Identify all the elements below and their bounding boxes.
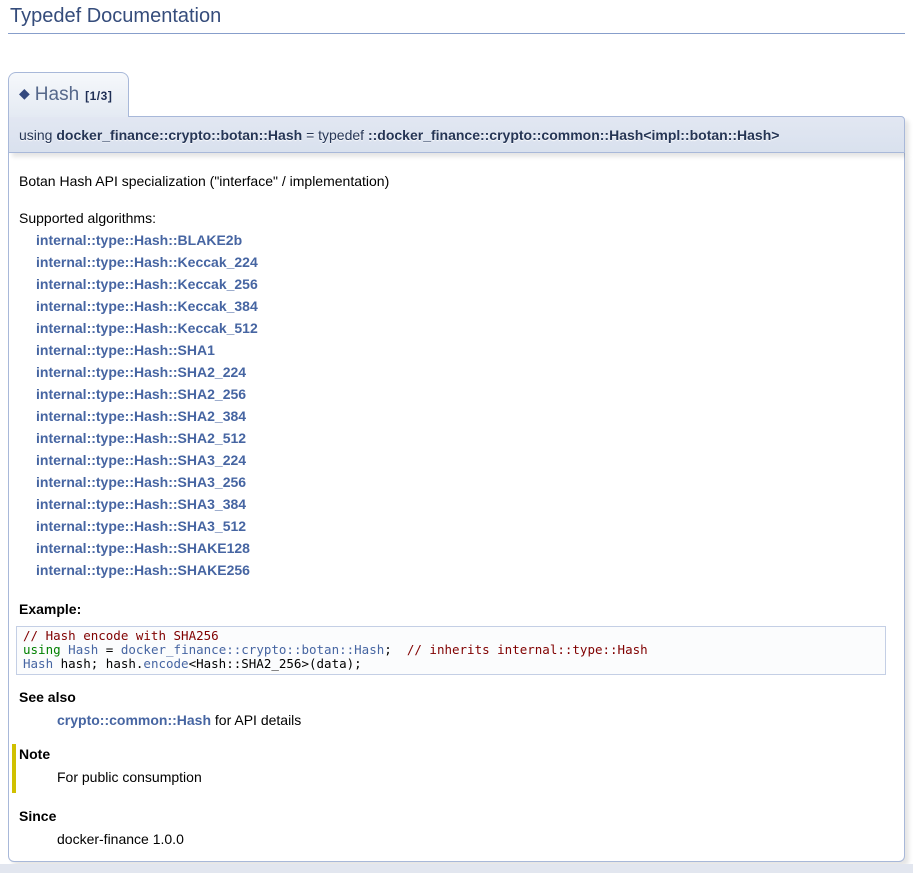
algorithm-link[interactable]: internal::type::Hash::Keccak_256 [36, 273, 894, 295]
code-link[interactable]: encode [143, 656, 188, 671]
see-also-label: See also [19, 688, 894, 707]
code-token-plain: hash; hash. [53, 656, 143, 671]
code-token-comment: // inherits internal::type::Hash [407, 642, 648, 657]
code-token-plain: <Hash::SHA2_256>(data); [189, 656, 362, 671]
overload-badge: [1/3] [85, 89, 112, 103]
algorithm-link[interactable]: internal::type::Hash::Keccak_512 [36, 317, 894, 339]
member-name: Hash [35, 84, 79, 105]
see-also-link[interactable]: crypto::common::Hash [57, 712, 211, 728]
proto-name: docker_finance::crypto::botan::Hash [56, 127, 302, 143]
code-token-keyword: using [23, 642, 61, 657]
member-doc: Botan Hash API specialization ("interfac… [8, 153, 905, 862]
page-bottom-shadow [0, 864, 913, 873]
proto-target: ::docker_finance::crypto::common::Hash<i… [368, 127, 779, 143]
page-content: Typedef Documentation ◆ Hash [1/3] using d… [0, 0, 913, 862]
member-tab: ◆ Hash [1/3] [8, 72, 129, 117]
algorithm-link[interactable]: internal::type::Hash::Keccak_384 [36, 295, 894, 317]
algorithm-link[interactable]: internal::type::Hash::SHA3_384 [36, 493, 894, 515]
algorithms-label: Supported algorithms: [19, 207, 894, 229]
algorithm-link[interactable]: internal::type::Hash::SHA2_224 [36, 361, 894, 383]
example-label: Example: [19, 600, 894, 619]
algorithm-link[interactable]: internal::type::Hash::SHAKE256 [36, 559, 894, 581]
algorithm-link[interactable]: internal::type::Hash::BLAKE2b [36, 229, 894, 251]
see-also-text: for API details [215, 712, 301, 728]
code-line: using Hash = docker_finance::crypto::bot… [23, 643, 879, 657]
since-text: docker-finance 1.0.0 [57, 829, 894, 849]
algorithm-link[interactable]: internal::type::Hash::SHAKE128 [36, 537, 894, 559]
algorithm-link[interactable]: internal::type::Hash::SHA3_256 [36, 471, 894, 493]
note-text: For public consumption [57, 767, 894, 787]
algorithm-link[interactable]: internal::type::Hash::SHA2_384 [36, 405, 894, 427]
member-description: Botan Hash API specialization ("interfac… [19, 171, 894, 191]
see-also-content: crypto::common::Hash for API details [57, 710, 894, 730]
proto-keyword: using [19, 127, 52, 143]
since-section: Since docker-finance 1.0.0 [19, 807, 894, 849]
code-line: Hash hash; hash.encode<Hash::SHA2_256>(d… [23, 657, 879, 671]
since-label: Since [19, 807, 894, 826]
code-link[interactable]: docker_finance::crypto::botan::Hash [121, 642, 384, 657]
page-title: Typedef Documentation [8, 4, 905, 34]
code-link[interactable]: Hash [68, 642, 98, 657]
code-token-plain: ; [384, 642, 407, 657]
permalink-diamond-icon[interactable]: ◆ [19, 85, 30, 101]
algorithm-link[interactable]: internal::type::Hash::SHA3_224 [36, 449, 894, 471]
see-also-section: See also crypto::common::Hash for API de… [19, 688, 894, 730]
algorithm-link[interactable]: internal::type::Hash::SHA1 [36, 339, 894, 361]
algorithm-link[interactable]: internal::type::Hash::Keccak_224 [36, 251, 894, 273]
note-callout: Note For public consumption [12, 744, 894, 793]
algorithm-links: internal::type::Hash::BLAKE2binternal::t… [19, 229, 894, 581]
code-example: // Hash encode with SHA256using Hash = d… [16, 626, 886, 675]
algorithm-link[interactable]: internal::type::Hash::SHA3_512 [36, 515, 894, 537]
code-line: // Hash encode with SHA256 [23, 629, 879, 643]
code-link[interactable]: Hash [23, 656, 53, 671]
proto-connector: = typedef [306, 127, 364, 143]
supported-algorithms-block: Supported algorithms: internal::type::Ha… [19, 207, 894, 581]
algorithm-link[interactable]: internal::type::Hash::SHA2_512 [36, 427, 894, 449]
code-token-comment: // Hash encode with SHA256 [23, 628, 219, 643]
algorithm-link[interactable]: internal::type::Hash::SHA2_256 [36, 383, 894, 405]
code-token-plain: = [98, 642, 121, 657]
member-prototype: using docker_finance::crypto::botan::Has… [8, 116, 905, 153]
note-label: Note [19, 745, 894, 764]
example-section: Example: [19, 600, 894, 619]
